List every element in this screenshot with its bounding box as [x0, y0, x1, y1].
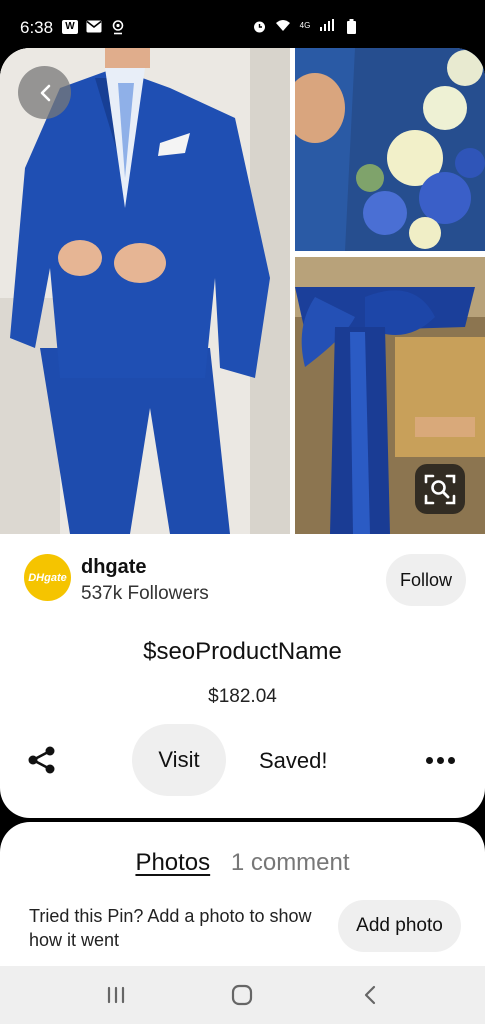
visual-search-button[interactable]: [415, 464, 465, 514]
recent-apps-button[interactable]: [96, 982, 136, 1008]
seller-avatar[interactable]: DHgate: [24, 554, 71, 601]
share-button[interactable]: [26, 744, 58, 776]
tab-comments[interactable]: 1 comment: [231, 849, 350, 876]
comments-tabs: Photos 1 comment: [0, 849, 485, 877]
tab-photos[interactable]: Photos: [135, 849, 210, 876]
home-icon: [231, 984, 253, 1006]
location-icon: [110, 20, 126, 35]
wifi-icon: [275, 19, 291, 33]
bouquet-image[interactable]: [295, 48, 485, 251]
mail-icon: [86, 20, 102, 34]
back-button[interactable]: [18, 66, 71, 119]
status-bar: 6:38 W 4G: [0, 0, 485, 52]
share-icon: [28, 746, 55, 774]
system-nav-bar: [0, 966, 485, 1024]
product-title: $seoProductName: [143, 638, 342, 665]
seller-row: DHgate dhgate 537k Followers Follow: [24, 554, 466, 614]
seller-followers: 537k Followers: [81, 583, 209, 604]
pin-image-collage[interactable]: [0, 48, 485, 534]
more-dots-icon: [425, 756, 433, 764]
signal-icon: [319, 19, 335, 33]
pin-card: DHgate dhgate 537k Followers Follow $seo…: [0, 48, 485, 818]
lens-search-icon: [424, 474, 456, 505]
seller-name[interactable]: dhgate: [81, 556, 147, 579]
home-button[interactable]: [222, 982, 262, 1008]
action-row: Visit Saved!: [0, 724, 485, 796]
network-type-label: 4G: [299, 21, 311, 30]
more-options-button[interactable]: [420, 744, 460, 776]
battery-icon: [343, 19, 359, 34]
back-nav-button[interactable]: [350, 982, 390, 1008]
recent-apps-icon: [107, 986, 125, 1004]
comments-card: Photos 1 comment Tried this Pin? Add a p…: [0, 822, 485, 972]
product-price: $182.04: [208, 686, 277, 707]
w-icon: W: [62, 20, 78, 34]
saved-button[interactable]: Saved!: [259, 748, 328, 774]
add-photo-prompt: Tried this Pin? Add a photo to show how …: [29, 906, 312, 950]
alarm-icon: [251, 19, 267, 33]
visit-button[interactable]: Visit: [132, 724, 226, 796]
back-arrow-icon: [364, 985, 376, 1005]
add-photo-button[interactable]: Add photo: [338, 900, 461, 952]
follow-button[interactable]: Follow: [386, 554, 466, 606]
suit-image[interactable]: [0, 48, 290, 534]
chevron-left-icon: [40, 84, 50, 101]
status-time: 6:38: [20, 18, 54, 37]
